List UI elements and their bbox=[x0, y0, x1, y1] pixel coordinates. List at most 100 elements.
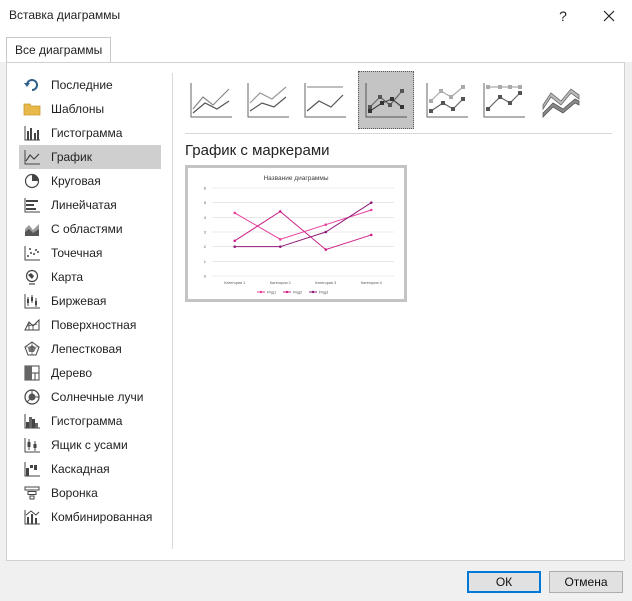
map-chart-icon bbox=[22, 267, 42, 287]
y-tick-label: 5 bbox=[204, 200, 207, 205]
chart-title: Название диаграммы bbox=[263, 175, 328, 182]
series-marker bbox=[233, 245, 237, 248]
percent-stacked-line-markers-icon bbox=[483, 83, 525, 118]
sidebar-item-map[interactable]: Карта bbox=[19, 265, 161, 289]
x-tick-label: Категория 4 bbox=[361, 281, 382, 285]
sidebar-item-bar[interactable]: Линейчатая bbox=[19, 193, 161, 217]
x-tick-label: Категория 3 bbox=[315, 281, 336, 285]
bar-chart-icon bbox=[22, 195, 42, 215]
subtype-percent-stacked-line[interactable] bbox=[297, 71, 353, 129]
line-icon bbox=[190, 83, 232, 118]
chart-panel: Последние Шаблоны Гистограмма График Кру… bbox=[6, 62, 625, 561]
line-chart-icon bbox=[22, 147, 42, 167]
sidebar-item-label: Линейчатая bbox=[51, 198, 117, 212]
sidebar-item-label: Каскадная bbox=[51, 462, 110, 476]
sidebar-item-label: Круговая bbox=[51, 174, 101, 188]
sidebar-item-label: Лепестковая bbox=[51, 342, 122, 356]
chart-type-list: Последние Шаблоны Гистограмма График Кру… bbox=[19, 73, 161, 529]
recent-icon bbox=[22, 75, 42, 95]
series-marker bbox=[278, 238, 282, 241]
title-bar: Вставка диаграммы ? bbox=[0, 0, 632, 32]
sidebar-item-label: Гистограмма bbox=[51, 414, 123, 428]
sidebar-item-pie[interactable]: Круговая bbox=[19, 169, 161, 193]
close-button[interactable] bbox=[586, 0, 632, 32]
sidebar-item-scatter[interactable]: Точечная bbox=[19, 241, 161, 265]
funnel-chart-icon bbox=[22, 483, 42, 503]
combo-chart-icon bbox=[22, 507, 42, 527]
subtype-line[interactable] bbox=[183, 71, 239, 129]
sidebar-item-label: Комбинированная bbox=[51, 510, 153, 524]
legend-marker bbox=[311, 290, 315, 294]
series-marker bbox=[278, 210, 282, 213]
chart-preview[interactable]: Название диаграммы 0 1 2 3 4 5 6 Категория 1 Кате… bbox=[185, 165, 407, 302]
area-chart-icon bbox=[22, 219, 42, 239]
series-line bbox=[234, 209, 372, 240]
y-tick-label: 1 bbox=[204, 259, 207, 264]
series-marker bbox=[369, 233, 373, 237]
cancel-button[interactable]: Отмена bbox=[549, 571, 623, 593]
dialog-footer: ОК Отмена bbox=[0, 562, 632, 601]
subtype-stacked-line[interactable] bbox=[240, 71, 296, 129]
sidebar-item-combo[interactable]: Комбинированная bbox=[19, 505, 161, 529]
3d-line-icon bbox=[542, 88, 580, 118]
series-marker bbox=[369, 201, 373, 204]
sidebar-item-stock[interactable]: Биржевая bbox=[19, 289, 161, 313]
sidebar-item-radar[interactable]: Лепестковая bbox=[19, 337, 161, 361]
help-button[interactable]: ? bbox=[540, 0, 586, 32]
sidebar-item-label: Поверхностная bbox=[51, 318, 137, 332]
line-markers-icon bbox=[365, 83, 407, 118]
legend-marker bbox=[285, 290, 289, 294]
sidebar-item-waterfall[interactable]: Каскадная bbox=[19, 457, 161, 481]
sidebar-item-label: С областями bbox=[51, 222, 123, 236]
sidebar-item-area[interactable]: С областями bbox=[19, 217, 161, 241]
tab-all-charts[interactable]: Все диаграммы bbox=[6, 37, 112, 63]
series-marker bbox=[369, 208, 373, 212]
legend-marker bbox=[259, 290, 263, 294]
sidebar-item-label: Биржевая bbox=[51, 294, 107, 308]
sidebar-item-line[interactable]: График bbox=[19, 145, 161, 169]
sidebar-item-histogram[interactable]: Гистограмма bbox=[19, 409, 161, 433]
sidebar-item-label: График bbox=[51, 150, 92, 164]
x-tick-label: Категория 2 bbox=[270, 281, 291, 285]
sidebar-item-label: Шаблоны bbox=[51, 102, 105, 116]
series-marker bbox=[233, 211, 237, 215]
sidebar-item-label: Ящик с усами bbox=[51, 438, 128, 452]
series-marker bbox=[324, 248, 328, 251]
column-chart-icon bbox=[22, 123, 42, 143]
sidebar-item-box-whisker[interactable]: Ящик с усами bbox=[19, 433, 161, 457]
sidebar-item-label: Точечная bbox=[51, 246, 103, 260]
sidebar-item-column[interactable]: Гистограмма bbox=[19, 121, 161, 145]
preview-chart: Название диаграммы 0 1 2 3 4 5 6 Категория 1 Кате… bbox=[204, 175, 394, 295]
insert-chart-dialog: Вставка диаграммы ? Все диаграммы Послед… bbox=[0, 0, 632, 601]
sidebar-item-sunburst[interactable]: Солнечные лучи bbox=[19, 385, 161, 409]
y-tick-label: 6 bbox=[204, 186, 207, 191]
tab-strip: Все диаграммы bbox=[0, 32, 632, 63]
treemap-chart-icon bbox=[22, 363, 42, 383]
subtype-name: График с маркерами bbox=[185, 142, 330, 159]
stock-chart-icon bbox=[22, 291, 42, 311]
dialog-title: Вставка диаграммы bbox=[9, 8, 121, 22]
sidebar-item-recent[interactable]: Последние bbox=[19, 73, 161, 97]
subtype-line-markers[interactable] bbox=[358, 71, 414, 129]
sidebar-item-label: Гистограмма bbox=[51, 126, 123, 140]
close-icon bbox=[603, 10, 615, 22]
sidebar-item-templates[interactable]: Шаблоны bbox=[19, 97, 161, 121]
subtype-stacked-line-markers[interactable] bbox=[419, 71, 475, 129]
y-tick-label: 3 bbox=[204, 230, 207, 235]
y-tick-label: 4 bbox=[204, 215, 207, 220]
surface-chart-icon bbox=[22, 315, 42, 335]
sidebar-item-label: Солнечные лучи bbox=[51, 390, 144, 404]
sidebar-item-funnel[interactable]: Воронка bbox=[19, 481, 161, 505]
vertical-divider bbox=[172, 73, 173, 549]
ok-button[interactable]: ОК bbox=[467, 571, 541, 593]
histogram-chart-icon bbox=[22, 411, 42, 431]
sunburst-chart-icon bbox=[22, 387, 42, 407]
subtype-percent-stacked-line-markers[interactable] bbox=[476, 71, 532, 129]
sidebar-item-label: Воронка bbox=[51, 486, 98, 500]
legend-label: Ряд2 bbox=[293, 290, 303, 295]
sidebar-item-treemap[interactable]: Дерево bbox=[19, 361, 161, 385]
x-tick-label: Категория 1 bbox=[224, 281, 245, 285]
folder-icon bbox=[22, 99, 42, 119]
sidebar-item-surface[interactable]: Поверхностная bbox=[19, 313, 161, 337]
subtype-3d-line[interactable] bbox=[533, 71, 589, 129]
